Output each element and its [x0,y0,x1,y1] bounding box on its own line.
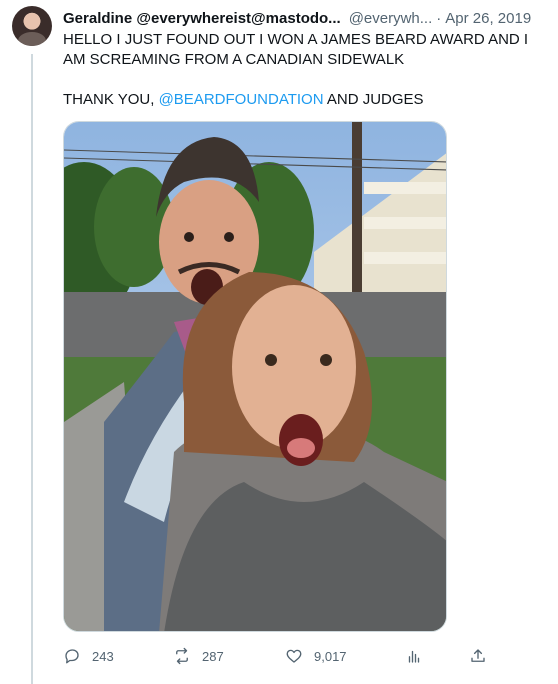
views-button[interactable] [405,644,423,668]
like-count: 9,017 [314,648,347,664]
analytics-icon [408,650,420,663]
reply-button[interactable]: 243 [63,644,114,668]
heart-icon [286,649,302,663]
avatar[interactable] [12,6,52,46]
mention-link[interactable]: @BEARDFOUNDATION [159,91,324,108]
author-handle[interactable]: @everywh... [349,10,433,27]
reply-count: 243 [92,648,114,664]
selfie-photo-illustration [64,122,446,631]
tweet-photo[interactable] [63,121,447,632]
author-name[interactable]: Geraldine @everywhereist@mastodo... [63,10,341,27]
separator-dot: · [436,9,442,27]
tweet-actions: 243 287 9,017 [63,644,495,668]
reply-icon [65,649,79,664]
thread-line [31,54,33,684]
repost-count: 287 [202,648,224,664]
thanks-text: THANK YOU, [63,91,159,108]
tweet-text-line1: HELLO I JUST FOUND OUT I WON A JAMES BEA… [63,31,529,68]
repost-button[interactable]: 287 [173,644,224,668]
repost-icon [176,647,188,665]
share-icon [471,649,485,662]
tweet-text: HELLO I JUST FOUND OUT I WON A JAMES BEA… [63,30,543,110]
tweet-text-line2: THANK YOU, @BEARDFOUNDATION AND JUDGES [63,90,543,110]
share-button[interactable] [469,644,487,668]
tweet-header: Geraldine @everywhereist@mastodo... @eve… [63,8,544,28]
like-button[interactable]: 9,017 [285,644,347,668]
tweet-date[interactable]: Apr 26, 2019 [445,10,531,27]
judges-text: AND JUDGES [323,91,424,108]
